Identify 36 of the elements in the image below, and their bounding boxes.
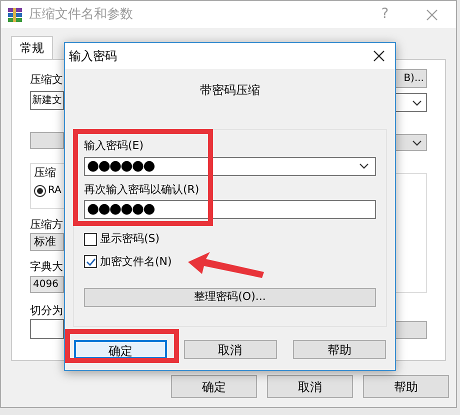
dialog-button[interactable]: 确定 [171,375,257,398]
dictionary-dropdown[interactable]: 4096 [30,276,64,292]
organize-passwords-button[interactable]: 整理密码(O)... [84,288,376,307]
field-label: 再次输入密码以确认(R) [84,182,200,198]
radio-label: RA [48,184,62,198]
dialog-button[interactable]: 帮助 [293,340,386,359]
password-field[interactable]: ●●●●●● [84,156,376,176]
dialog-button[interactable]: 取消 [267,375,353,398]
field-label: 切分为 [30,302,64,318]
split-field[interactable] [30,319,64,339]
radio-button[interactable] [34,184,46,196]
chevron-down-icon [412,100,422,106]
group-label: 压缩 [34,164,57,180]
dialog-heading: 带密码压缩 [200,82,260,99]
method-dropdown[interactable]: 标准 [30,233,64,251]
tab[interactable]: 常规 [11,36,53,59]
close-icon[interactable] [373,50,385,62]
checkbox-label: 加密文件名(N) [100,254,172,270]
checkbox[interactable] [84,255,97,268]
field-label: 字典大 [30,259,64,275]
arrow-icon [188,252,264,280]
dialog-button[interactable]: 确定 [74,340,167,359]
archive-name-field[interactable]: 新建文 [30,90,64,110]
checkbox[interactable] [84,232,97,246]
checkbox-label: 显示密码(S) [100,231,160,247]
field-label: 输入密码(E) [84,138,145,154]
field-label: 压缩方 [30,216,64,232]
confirm-password-field[interactable]: ●●●●●● [84,200,376,219]
archive-books-icon [7,6,23,22]
chevron-down-icon [412,140,422,146]
field-label: 压缩文 [30,72,64,88]
dialog-title: 输入密码 [69,48,117,65]
dialog-button[interactable]: 取消 [184,340,276,359]
window-title: 压缩文件名和参数 [29,6,133,24]
dialog-button[interactable]: 帮助 [363,375,449,398]
chevron-down-icon [359,163,369,169]
